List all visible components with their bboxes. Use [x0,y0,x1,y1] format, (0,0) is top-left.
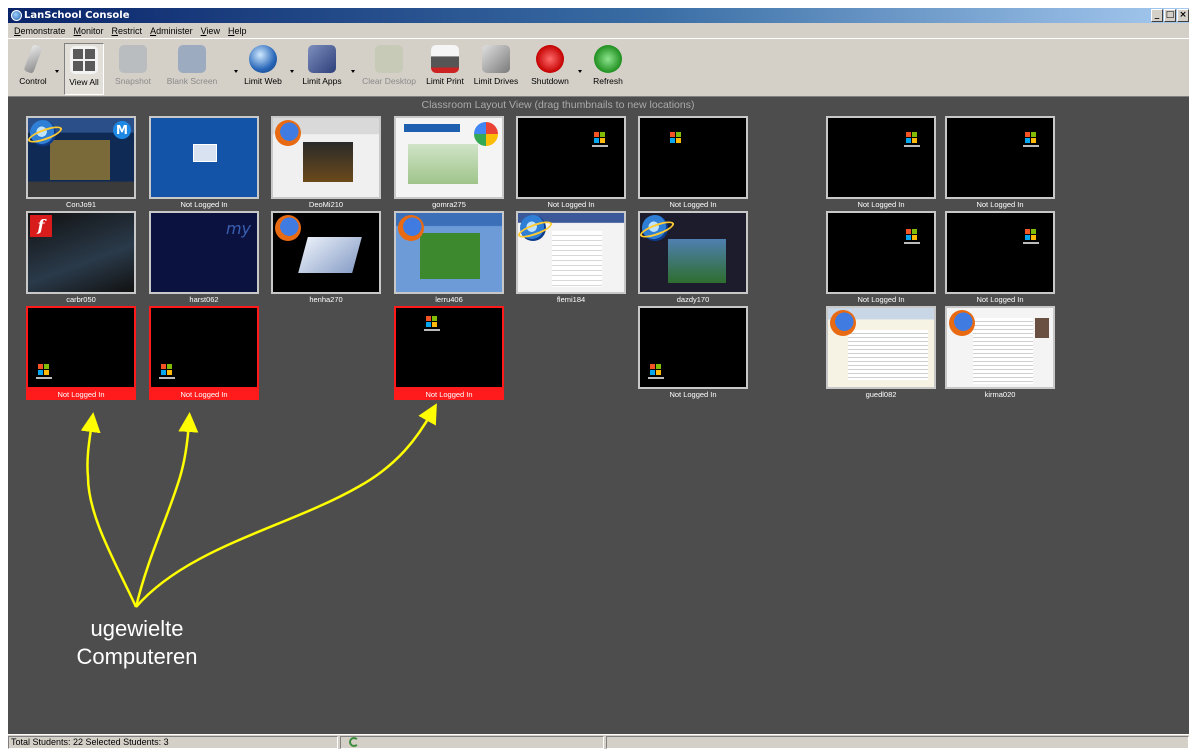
shutdown-dropdown-arrow[interactable] [578,70,582,73]
limit-drives-button[interactable]: Limit Drives [472,43,520,95]
menu-demonstrate[interactable]: Demonstrate [10,26,70,36]
blank-screen-icon [178,45,206,73]
limit-print-button[interactable]: Limit Print [422,43,468,95]
view-all-button[interactable]: View All [64,43,104,95]
drive-block-icon [482,45,510,73]
blank-screen-dropdown-arrow[interactable] [234,70,238,73]
control-label: Control [19,76,47,86]
limit-web-label: Limit Web [244,76,282,86]
clear-desktop-button[interactable]: Clear Desktop [360,43,418,95]
menu-administer[interactable]: Administer [146,26,197,36]
power-icon [536,45,564,73]
globe-block-icon [249,45,277,73]
menu-bar: Demonstrate Monitor Restrict Administer … [8,23,1189,38]
minimize-button[interactable]: _ [1151,9,1163,22]
menu-help[interactable]: Help [224,26,251,36]
status-bar: Total Students: 22 Selected Students: 3 [8,734,1189,749]
control-dropdown-arrow[interactable] [55,70,59,73]
menu-restrict[interactable]: Restrict [108,26,147,36]
arrow-to-third-computer [135,403,437,608]
arrow-to-second-computer [134,412,199,608]
clear-desktop-label: Clear Desktop [362,76,416,86]
pen-tablet-icon [23,44,43,74]
refresh-label: Refresh [593,76,623,86]
window-title: LanSchool Console [24,10,130,21]
grid-view-icon [70,46,98,74]
blank-screen-button[interactable]: Blank Screen [164,43,220,95]
limit-apps-dropdown-arrow[interactable] [351,70,355,73]
control-button[interactable]: Control [14,43,52,95]
limit-apps-button[interactable]: Limit Apps [300,43,344,95]
status-icon-panel [340,736,604,749]
snapshot-label: Snapshot [115,76,151,86]
apps-block-icon [308,45,336,73]
close-button[interactable]: × [1177,9,1189,22]
limit-print-label: Limit Print [426,76,464,86]
toolbar: Control View All Snapshot Blank Screen L… [8,38,1189,97]
refresh-icon [594,45,622,73]
sync-icon [349,737,359,747]
limit-apps-label: Limit Apps [302,76,342,86]
menu-monitor[interactable]: Monitor [70,26,108,36]
status-text: Total Students: 22 Selected Students: 3 [8,736,338,749]
title-bar: LanSchool Console _ □ × [8,8,1189,23]
shutdown-button[interactable]: Shutdown [530,43,570,95]
lanschool-app-icon [11,10,22,21]
camera-icon [119,45,147,73]
annotation-label: ugewielte Computeren [76,616,198,669]
view-all-label: View All [69,77,99,87]
shutdown-label: Shutdown [531,76,569,86]
maximize-button[interactable]: □ [1164,9,1176,22]
limit-drives-label: Limit Drives [473,76,519,86]
limit-web-dropdown-arrow[interactable] [290,70,294,73]
menu-view[interactable]: View [197,26,224,36]
printer-block-icon [431,45,459,73]
status-panel-right [606,736,1189,749]
snapshot-button[interactable]: Snapshot [112,43,154,95]
window-controls: _ □ × [1151,9,1189,22]
classroom-layout-view: Classroom Layout View (drag thumbnails t… [8,97,1189,734]
refresh-button[interactable]: Refresh [588,43,628,95]
limit-web-button[interactable]: Limit Web [242,43,284,95]
clear-desktop-icon [375,45,403,73]
blank-screen-label: Blank Screen [166,76,218,86]
arrow-to-first-computer [80,412,138,608]
